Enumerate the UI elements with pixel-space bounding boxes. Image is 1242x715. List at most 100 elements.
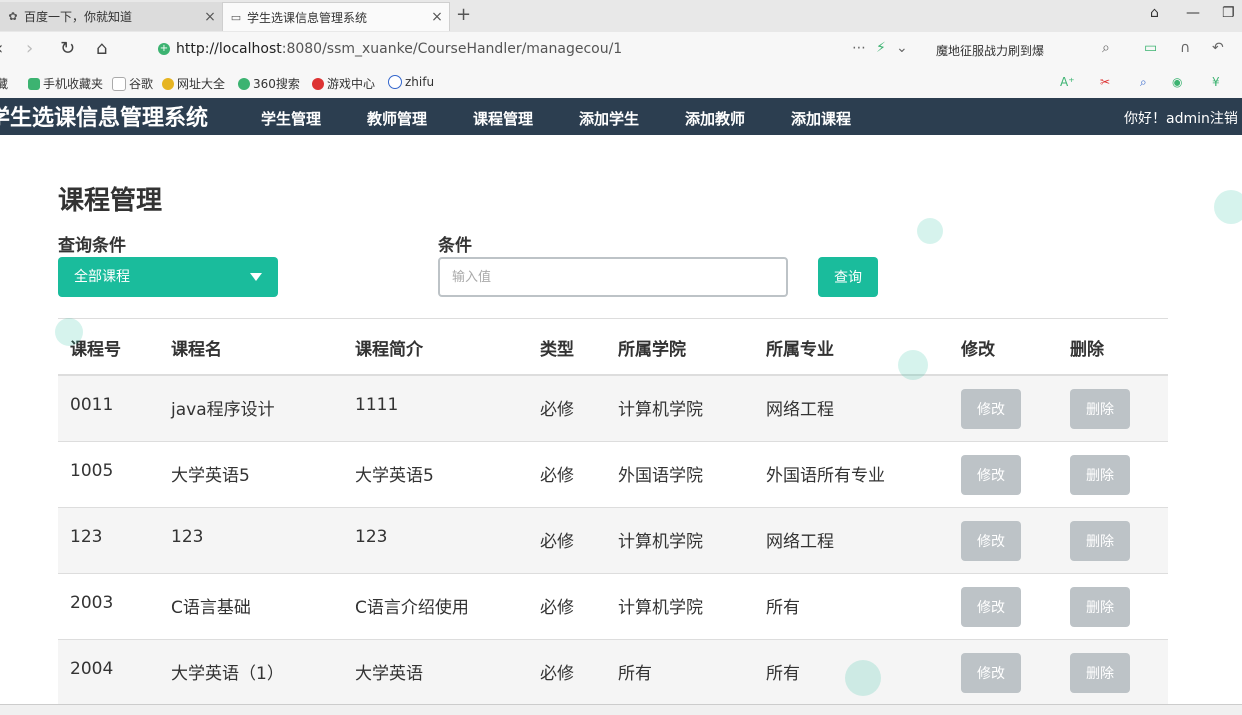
minimize-icon[interactable]: —: [1186, 5, 1200, 21]
course-filter-select[interactable]: 全部课程: [58, 257, 278, 297]
delete-button[interactable]: 删除: [1070, 521, 1130, 561]
scissors-icon[interactable]: ✂: [1100, 75, 1110, 89]
forward-icon[interactable]: ›: [26, 38, 33, 59]
col-major: 所属专业: [766, 340, 834, 360]
cell-course-name: 123: [171, 527, 204, 547]
page-title: 课程管理: [58, 186, 163, 216]
cell-major: 所有: [766, 664, 800, 684]
cell-type: 必修: [540, 532, 574, 552]
col-edit: 修改: [961, 340, 995, 360]
nav-add-course[interactable]: 添加课程: [791, 108, 851, 129]
search-icon[interactable]: ⌕: [1140, 75, 1147, 90]
tab-baidu[interactable]: ✿ 百度一下，你就知道 ×: [0, 2, 222, 31]
edit-button[interactable]: 修改: [961, 455, 1021, 495]
undo-icon[interactable]: ↶: [1212, 40, 1224, 56]
bookmark-google[interactable]: 谷歌: [112, 75, 153, 92]
edit-button[interactable]: 修改: [961, 389, 1021, 429]
nav-add-teacher[interactable]: 添加教师: [685, 108, 745, 129]
url-field[interactable]: http://localhost:8080/ssm_xuanke/CourseH…: [176, 41, 622, 57]
bookmarks-bar: 藏 手机收藏夹 谷歌 网址大全 360搜索 游戏中心 zhifu A⁺ ✂ ⌕ …: [0, 68, 1242, 99]
reload-icon[interactable]: ↻: [60, 38, 75, 59]
cell-college: 计算机学院: [618, 400, 703, 420]
close-icon[interactable]: ×: [202, 9, 218, 25]
edit-button[interactable]: 修改: [961, 587, 1021, 627]
col-type: 类型: [540, 340, 574, 360]
cell-college: 计算机学院: [618, 598, 703, 618]
home-icon[interactable]: ⌂: [96, 38, 107, 59]
chevron-down-icon[interactable]: ⌄: [896, 40, 908, 56]
share-icon[interactable]: ⋯: [852, 40, 866, 56]
cell-type: 必修: [540, 664, 574, 684]
bookmark-sites[interactable]: 网址大全: [162, 75, 225, 92]
condition-label: 条件: [438, 236, 472, 256]
new-tab-icon[interactable]: +: [456, 4, 471, 25]
cell-course-desc: 1111: [355, 395, 399, 415]
bookmark-360[interactable]: 360搜索: [238, 75, 300, 92]
app-brand[interactable]: 学生选课信息管理系统: [0, 100, 208, 132]
gamepad-icon[interactable]: ◉: [1172, 75, 1182, 89]
cell-major: 所有: [766, 598, 800, 618]
col-college: 所属学院: [618, 340, 686, 360]
search-360-icon: [238, 77, 250, 90]
baidu-paw-icon: ✿: [8, 10, 18, 23]
delete-button[interactable]: 删除: [1070, 653, 1130, 693]
globe-icon: [388, 75, 402, 89]
query-button[interactable]: 查询: [818, 257, 878, 297]
delete-button[interactable]: 删除: [1070, 587, 1130, 627]
tab-course-system[interactable]: ▭ 学生选课信息管理系统 ×: [222, 2, 450, 31]
headphone-icon[interactable]: ∩: [1180, 40, 1190, 56]
user-greeting-logout[interactable]: 你好！admin注销: [1124, 108, 1238, 128]
decor-bubble: [1214, 190, 1242, 224]
cell-course-name: java程序设计: [171, 400, 275, 420]
cell-course-desc: 大学英语: [355, 664, 423, 684]
edit-button[interactable]: 修改: [961, 653, 1021, 693]
col-course-name: 课程名: [171, 340, 222, 360]
cell-course-id: 2003: [70, 593, 114, 613]
back-icon[interactable]: ‹: [0, 38, 3, 59]
cell-course-id: 2004: [70, 659, 114, 679]
edit-button[interactable]: 修改: [961, 521, 1021, 561]
cell-college: 所有: [618, 664, 652, 684]
cell-type: 必修: [540, 598, 574, 618]
bookmark-zhifu[interactable]: zhifu: [388, 75, 434, 89]
select-value: 全部课程: [74, 269, 130, 285]
cell-course-name: C语言基础: [171, 598, 251, 618]
delete-button[interactable]: 删除: [1070, 389, 1130, 429]
bookmark-prefix[interactable]: 藏: [0, 75, 8, 92]
shirt-icon[interactable]: ⌂: [1150, 5, 1159, 21]
table-row: 2003 C语言基础 C语言介绍使用 必修 计算机学院 所有 修改 删除: [58, 574, 1168, 640]
app-navbar: 学生选课信息管理系统 学生管理 教师管理 课程管理 添加学生 添加教师 添加课程…: [0, 98, 1242, 135]
col-delete: 删除: [1070, 340, 1104, 360]
close-icon[interactable]: ×: [429, 9, 445, 25]
lightning-icon[interactable]: ⚡: [876, 40, 886, 56]
translate-icon[interactable]: A⁺: [1060, 75, 1075, 89]
cell-course-id: 1005: [70, 461, 114, 481]
browser-tab-bar: ✿ 百度一下，你就知道 × ▭ 学生选课信息管理系统 × + ⌂ — ❐: [0, 0, 1242, 33]
bookmark-label: 游戏中心: [327, 77, 376, 91]
url-path: :8080/ssm_xuanke/CourseHandler/managecou…: [281, 41, 623, 57]
nav-course-manage[interactable]: 课程管理: [473, 108, 533, 129]
tab-label: 学生选课信息管理系统: [247, 10, 368, 25]
decor-bubble: [917, 218, 943, 244]
maximize-icon[interactable]: ❐: [1222, 5, 1235, 21]
search-suggestion[interactable]: 魔地征服战力刷到爆: [936, 42, 1044, 59]
cell-type: 必修: [540, 466, 574, 486]
cell-course-id: 123: [70, 527, 103, 547]
bookmark-label: zhifu: [405, 75, 435, 89]
delete-button[interactable]: 删除: [1070, 455, 1130, 495]
table-row: 123 123 123 必修 计算机学院 网络工程 修改 删除: [58, 508, 1168, 574]
nav-student-manage[interactable]: 学生管理: [261, 108, 321, 129]
bookmark-mobile[interactable]: 手机收藏夹: [28, 75, 103, 92]
secure-icon: +: [158, 43, 170, 55]
battery-icon[interactable]: ▭: [1144, 40, 1157, 56]
browser-status-bar: [0, 704, 1242, 715]
search-icon[interactable]: ⌕: [1102, 40, 1110, 56]
yen-icon[interactable]: ¥: [1212, 75, 1220, 89]
condition-input[interactable]: [438, 257, 788, 297]
bookmark-label: 网址大全: [177, 77, 226, 91]
nav-add-student[interactable]: 添加学生: [579, 108, 639, 129]
bookmark-games[interactable]: 游戏中心: [312, 75, 375, 92]
course-table: 课程号 课程名 课程简介 类型 所属学院 所属专业 修改 删除 0011 jav…: [58, 318, 1168, 706]
nav-teacher-manage[interactable]: 教师管理: [367, 108, 427, 129]
cell-course-name: 大学英语（1）: [171, 664, 284, 684]
